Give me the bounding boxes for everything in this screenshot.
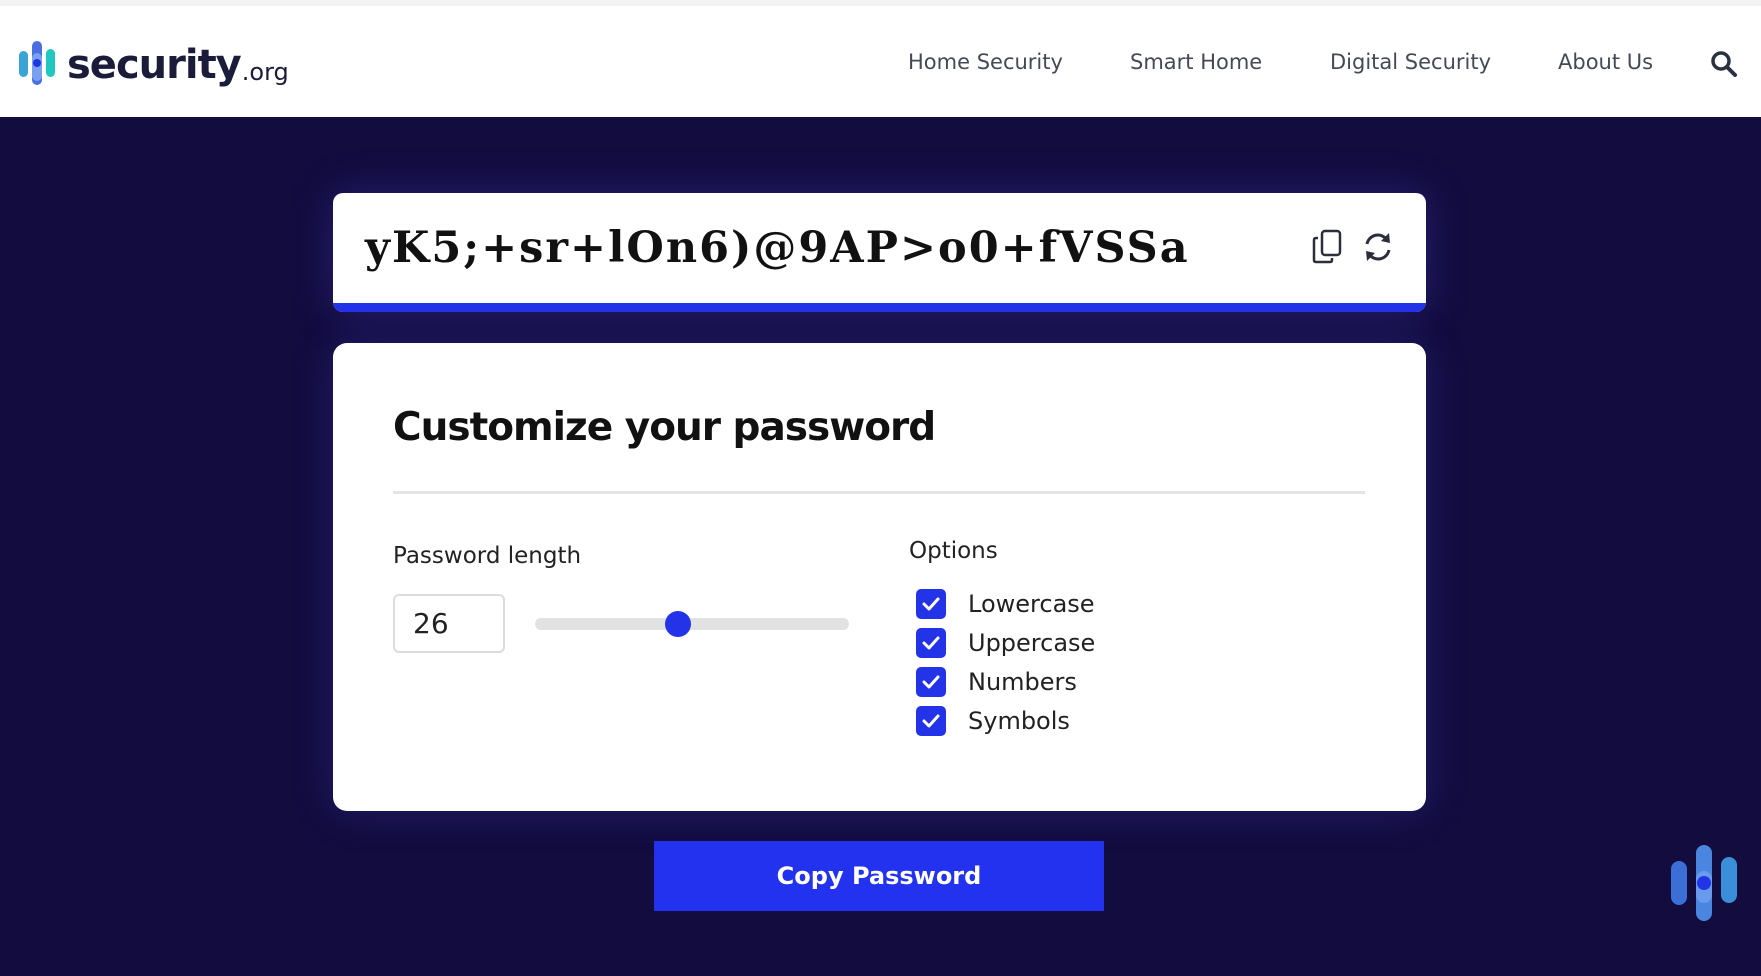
divider (393, 491, 1365, 494)
nav-about-us[interactable]: About Us (1558, 50, 1653, 74)
password-strength-bar (333, 303, 1426, 312)
password-length-slider[interactable] (535, 611, 849, 637)
option-symbols[interactable]: Symbols (916, 705, 1070, 737)
copy-password-button[interactable]: Copy Password (654, 841, 1104, 911)
nav-digital-security[interactable]: Digital Security (1330, 50, 1491, 74)
option-numbers[interactable]: Numbers (916, 666, 1077, 698)
logo-mark-icon (19, 39, 61, 91)
nav-smart-home[interactable]: Smart Home (1130, 50, 1262, 74)
option-uppercase[interactable]: Uppercase (916, 627, 1095, 659)
copy-password-label: Copy Password (776, 862, 982, 890)
password-length-input[interactable]: 26 (393, 594, 505, 653)
generated-password[interactable]: yK5;+sr+lOn6)@9AP>o0+fVSSa (365, 223, 1190, 273)
option-lowercase[interactable]: Lowercase (916, 588, 1095, 620)
option-label: Uppercase (968, 629, 1096, 657)
site-logo[interactable]: security .org (19, 39, 289, 91)
checkbox-checked-icon[interactable] (916, 628, 946, 658)
password-length-label: Password length (393, 543, 582, 569)
copy-icon[interactable] (1311, 227, 1347, 267)
checkbox-checked-icon[interactable] (916, 706, 946, 736)
slider-thumb[interactable] (664, 611, 691, 637)
security-badge-icon[interactable] (1669, 843, 1739, 923)
option-label: Lowercase (968, 590, 1095, 618)
password-display-card: yK5;+sr+lOn6)@9AP>o0+fVSSa (333, 193, 1426, 312)
checkbox-checked-icon[interactable] (916, 589, 946, 619)
site-header: security .org Home Security Smart Home D… (0, 6, 1761, 117)
customize-card: Customize your password Password length … (333, 343, 1426, 811)
option-label: Numbers (968, 668, 1077, 696)
refresh-icon[interactable] (1360, 227, 1396, 267)
option-label: Symbols (968, 707, 1070, 735)
options-label: Options (909, 538, 998, 564)
search-icon[interactable] (1709, 49, 1739, 79)
logo-word: security (67, 42, 242, 88)
customize-title: Customize your password (393, 405, 936, 450)
nav-home-security[interactable]: Home Security (908, 50, 1063, 74)
logo-tld: .org (241, 58, 289, 86)
checkbox-checked-icon[interactable] (916, 667, 946, 697)
